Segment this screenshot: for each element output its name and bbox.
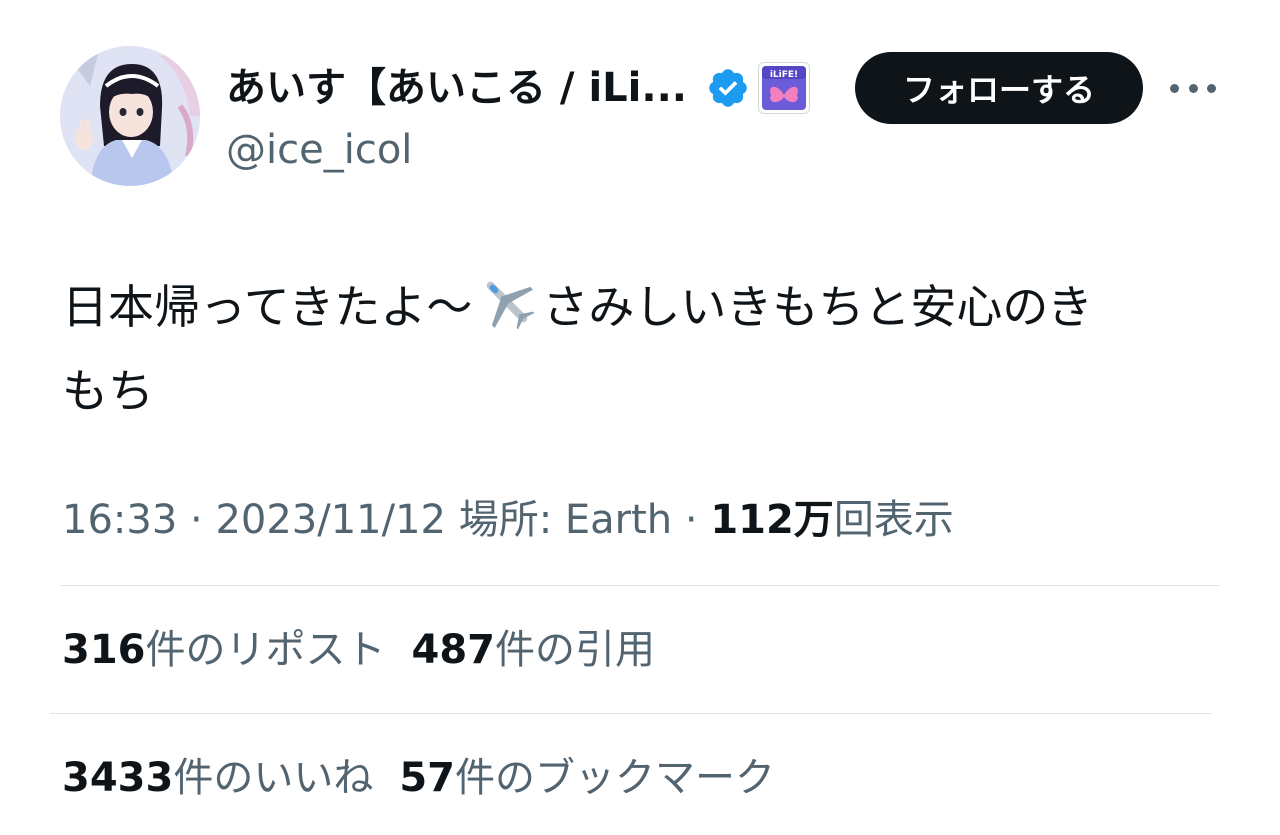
- bookmarks-count: 57: [399, 755, 455, 801]
- user-handle[interactable]: @ice_icol: [226, 122, 412, 178]
- meta-separator: ·: [672, 497, 711, 543]
- reposts-label: 件のリポスト: [145, 627, 386, 673]
- meta-separator: ·: [177, 497, 216, 543]
- bookmarks-link[interactable]: 57件のブックマーク: [399, 755, 775, 801]
- reposts-link[interactable]: 316件のリポスト: [62, 627, 386, 673]
- likes-link[interactable]: 3433件のいいね: [62, 755, 373, 801]
- tweet-text: 日本帰ってきたよ〜 さみしいきもちと安心のき もち: [62, 265, 1222, 433]
- tweet-date[interactable]: 2023/11/12: [215, 497, 446, 543]
- verified-badge-icon: [709, 69, 747, 107]
- quotes-count: 487: [411, 627, 496, 673]
- engagement-row-2: 3433件のいいね 57件のブックマーク: [62, 750, 775, 806]
- avatar-image: [60, 46, 200, 186]
- more-options-icon[interactable]: [1170, 66, 1216, 110]
- svg-text:iLiFE!: iLiFE!: [770, 70, 798, 80]
- divider: [60, 585, 1220, 586]
- follow-button[interactable]: フォローする: [855, 52, 1143, 124]
- tweet-text-line-2: もち: [62, 364, 154, 418]
- likes-count: 3433: [62, 755, 174, 801]
- tweet-detail: あいす【あいこる / iLi... iLiFE! @ice_icol フォローす…: [0, 0, 1280, 835]
- engagement-row-1: 316件のリポスト 487件の引用: [62, 622, 655, 678]
- quotes-link[interactable]: 487件の引用: [412, 627, 656, 673]
- airplane-emoji-icon: [487, 281, 535, 330]
- avatar[interactable]: [60, 46, 200, 186]
- bookmarks-label: 件のブックマーク: [455, 755, 775, 801]
- views-count: 112万: [710, 497, 834, 543]
- reposts-count: 316: [62, 627, 146, 673]
- tweet-text-segment: 日本帰ってきたよ〜: [62, 280, 473, 334]
- tweet-text-line-1: 日本帰ってきたよ〜 さみしいきもちと安心のき: [62, 265, 1222, 349]
- views-label: 回表示: [833, 497, 954, 543]
- quotes-label: 件の引用: [495, 627, 655, 673]
- likes-label: 件のいいね: [173, 755, 374, 801]
- tweet-meta: 16:33 · 2023/11/12 場所: Earth · 112万回表示: [62, 492, 954, 548]
- tweet-location: 場所: Earth: [445, 497, 673, 543]
- affiliate-badge-icon[interactable]: iLiFE!: [758, 62, 810, 114]
- divider: [50, 713, 1212, 714]
- tweet-text-segment: さみしいきもちと安心のき: [542, 280, 1093, 334]
- display-name[interactable]: あいす【あいこる / iLi...: [226, 60, 687, 116]
- tweet-time[interactable]: 16:33: [62, 497, 177, 543]
